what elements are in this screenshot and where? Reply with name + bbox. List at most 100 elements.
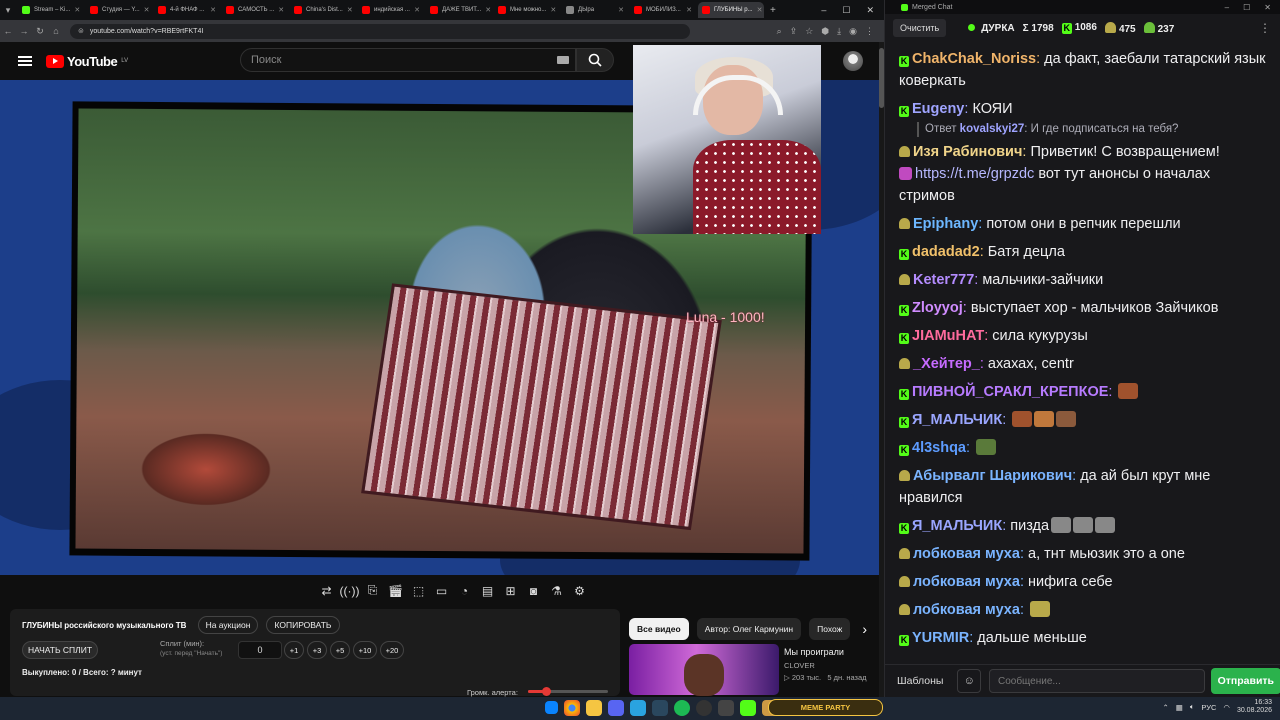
filter-chip[interactable]: Все видео xyxy=(629,618,689,640)
video-title[interactable]: Мы проиграли xyxy=(784,647,844,657)
browser-tab[interactable]: China's Dist... ✕ xyxy=(290,2,356,18)
split-increment-button[interactable]: +5 xyxy=(330,641,350,659)
settings-gear-icon[interactable]: ⚙ xyxy=(571,582,588,599)
emoji-icon[interactable]: ☺ xyxy=(957,669,981,693)
filter-chip[interactable]: Автор: Олег Кармунин xyxy=(696,618,802,640)
video-thumbnail[interactable] xyxy=(629,644,779,696)
flask-icon[interactable]: ⚗ xyxy=(548,582,565,599)
meme-party-widget[interactable]: MEME PARTY xyxy=(768,699,883,716)
browser-tab[interactable]: Мне можно... ✕ xyxy=(494,2,560,18)
account-avatar[interactable] xyxy=(843,51,863,71)
forward-icon[interactable]: → xyxy=(16,26,32,36)
chat-username[interactable]: 4l3shqa xyxy=(912,440,966,456)
search-button[interactable] xyxy=(576,48,614,72)
chat-username[interactable]: JIAMuHAT xyxy=(912,328,984,344)
chat-username[interactable]: YURMIR xyxy=(912,630,969,646)
bookmark-star-icon[interactable]: ☆ xyxy=(805,26,813,37)
close-icon[interactable]: ✕ xyxy=(866,5,874,16)
chat-link[interactable]: https://t.me/grpzdc xyxy=(915,166,1034,182)
network-icon[interactable]: ▦ xyxy=(1176,703,1183,712)
tab-close-icon[interactable]: ✕ xyxy=(757,6,763,14)
chat-username[interactable]: Epiphany xyxy=(913,216,978,232)
tab-close-icon[interactable]: ✕ xyxy=(144,6,150,14)
tab-close-icon[interactable]: ✕ xyxy=(347,6,353,14)
tab-close-icon[interactable]: ✕ xyxy=(686,6,692,14)
windows-start-icon[interactable] xyxy=(545,701,558,714)
speed-gauge-icon[interactable]: ◔ xyxy=(456,582,473,599)
send-button[interactable]: Отправить xyxy=(1210,668,1280,694)
chat-username[interactable]: лобковая муха xyxy=(913,574,1020,590)
browser-menu-icon[interactable]: ⋮ xyxy=(865,26,874,37)
chat-username[interactable]: Я_МАЛЬЧИК xyxy=(912,518,1002,534)
search-input[interactable]: Поиск xyxy=(240,48,576,72)
profile-icon[interactable]: ◉ xyxy=(849,26,857,37)
zoom-icon[interactable]: ⌕ xyxy=(777,26,782,37)
chat-username[interactable]: dadadad2 xyxy=(912,244,980,260)
download-icon[interactable]: ⤓ xyxy=(837,26,841,37)
chat-username[interactable]: ПИВНОЙ_СРАКЛ_КРЕПКОЕ xyxy=(912,384,1108,400)
clapper-icon[interactable]: 🎬︎ xyxy=(387,582,404,599)
youtube-logo[interactable]: YouTube LV xyxy=(46,54,128,69)
screenshot-video-icon[interactable]: ⎘ xyxy=(364,582,381,599)
recommended-video[interactable]: Мы проиграли CLOVER ▷ 203 тыс. 5 дн. наз… xyxy=(629,644,879,696)
url-field[interactable]: ⊜ youtube.com/watch?v=RBE9rtFKT4I xyxy=(70,23,690,39)
hamburger-menu-icon[interactable] xyxy=(18,56,32,66)
alert-volume-slider[interactable] xyxy=(528,687,608,696)
language-indicator[interactable]: РУС xyxy=(1201,703,1216,712)
chat-username[interactable]: Я_МАЛЬЧИК xyxy=(912,412,1002,428)
tab-close-icon[interactable]: ✕ xyxy=(485,6,491,14)
reload-icon[interactable]: ↻ xyxy=(32,26,48,37)
discord-icon[interactable] xyxy=(608,700,624,716)
crop-icon[interactable]: ⬚ xyxy=(410,582,427,599)
browser-tab[interactable]: Студия — Y... ✕ xyxy=(86,2,152,18)
split-increment-button[interactable]: +10 xyxy=(353,641,377,659)
chat-username[interactable]: лобковая муха xyxy=(913,602,1020,618)
channel-name[interactable]: CLOVER xyxy=(784,661,815,670)
tab-close-icon[interactable]: ✕ xyxy=(414,6,420,14)
new-tab-button[interactable]: + xyxy=(770,5,776,16)
tab-close-icon[interactable]: ✕ xyxy=(278,6,284,14)
start-split-button[interactable]: НАЧАТЬ СПЛИТ xyxy=(22,641,98,659)
tab-close-icon[interactable]: ✕ xyxy=(550,6,556,14)
tab-search-icon[interactable]: ▾ xyxy=(0,5,16,16)
chat-username[interactable]: Zloyyoj xyxy=(912,300,963,316)
home-icon[interactable]: ⌂ xyxy=(48,26,64,36)
browser-tab[interactable]: САМОСТЬ ... ✕ xyxy=(222,2,288,18)
hd-icon[interactable]: ▤ xyxy=(479,582,496,599)
chat-username[interactable]: лобковая муха xyxy=(913,546,1020,562)
browser-tab[interactable]: ДЫра ✕ xyxy=(562,2,628,18)
keyboard-icon[interactable] xyxy=(557,56,569,64)
browser-tab[interactable]: МОБИЛИЗ... ✕ xyxy=(630,2,696,18)
slider-knob[interactable] xyxy=(541,687,551,696)
message-input[interactable]: Сообщение... xyxy=(988,669,1205,693)
audio-icon[interactable]: ((·)) xyxy=(340,582,360,599)
chat-username[interactable]: Абырвалг Шарикович xyxy=(913,468,1072,484)
telegram-icon[interactable] xyxy=(630,700,646,716)
chat-menu-icon[interactable]: ⋮ xyxy=(1259,21,1271,35)
split-minutes-input[interactable]: 0 xyxy=(238,641,282,659)
share-icon[interactable]: ⇪ xyxy=(790,26,798,37)
auction-button[interactable]: На аукцион xyxy=(198,616,258,634)
cinema-icon[interactable]: ▭ xyxy=(433,582,450,599)
tab-close-icon[interactable]: ✕ xyxy=(618,6,624,14)
browser-tab[interactable]: ГЛУБИНЫ р... ✕ xyxy=(698,2,764,18)
extension-icon[interactable]: ⬢ xyxy=(821,26,829,37)
kick-app-icon[interactable] xyxy=(740,700,756,716)
templates-button[interactable]: Шаблоны xyxy=(897,675,943,687)
app-icon[interactable] xyxy=(718,700,734,716)
camera-icon[interactable]: ◙ xyxy=(525,582,542,599)
minimize-icon[interactable]: – xyxy=(821,5,826,16)
chat-close-icon[interactable]: ✕ xyxy=(1264,3,1271,12)
wifi-icon[interactable]: ◠ xyxy=(1223,703,1230,712)
spotify-icon[interactable] xyxy=(674,700,690,716)
site-info-icon[interactable]: ⊜ xyxy=(78,27,84,35)
filter-chip[interactable]: Похож xyxy=(809,618,851,640)
obs-icon[interactable] xyxy=(696,700,712,716)
steam-icon[interactable] xyxy=(652,700,668,716)
chrome-icon[interactable] xyxy=(564,700,580,716)
copy-button[interactable]: КОПИРОВАТЬ xyxy=(266,616,340,634)
clear-chat-button[interactable]: Очистить xyxy=(893,19,947,37)
chat-username[interactable]: Keter777 xyxy=(913,272,974,288)
tab-close-icon[interactable]: ✕ xyxy=(210,6,216,14)
chat-username[interactable]: ChakChak_Noriss xyxy=(912,51,1036,67)
